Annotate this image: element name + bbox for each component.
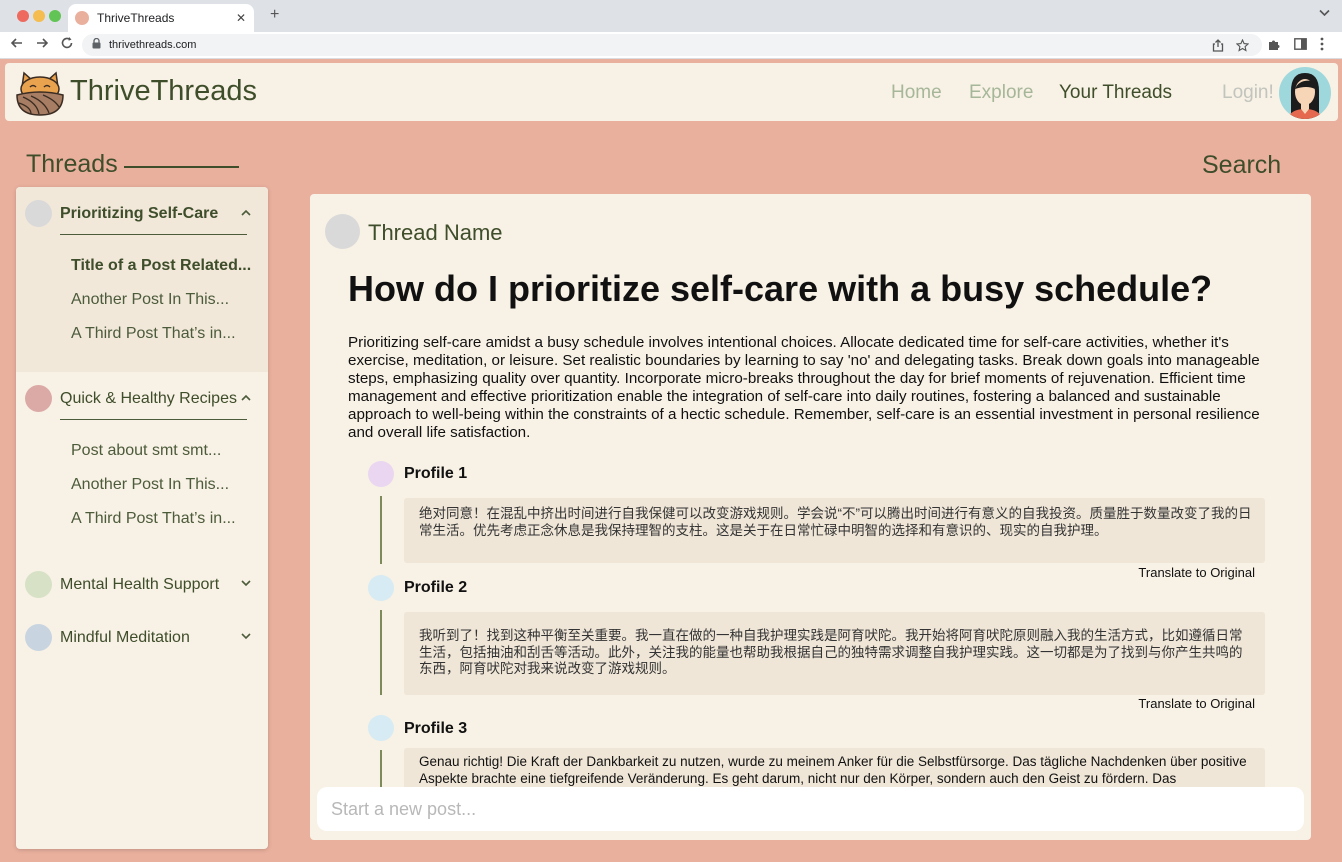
forward-arrow-icon[interactable] <box>35 36 49 54</box>
nav-explore-link[interactable]: Explore <box>969 82 1033 104</box>
extensions-puzzle-icon[interactable] <box>1268 38 1281 54</box>
back-arrow-icon[interactable] <box>10 36 24 54</box>
nav-login-link[interactable]: Login! <box>1222 82 1274 104</box>
reload-icon[interactable] <box>60 36 74 54</box>
chevron-down-icon[interactable] <box>241 629 251 643</box>
post-link[interactable]: Post about smt smt... <box>71 442 221 460</box>
new-tab-icon[interactable]: + <box>270 6 279 24</box>
post-question-title: How do I prioritize self-care with a bus… <box>348 268 1213 309</box>
heading-divider <box>124 166 239 168</box>
thread-group-divider <box>60 234 247 235</box>
share-icon[interactable] <box>1212 39 1224 55</box>
lock-icon <box>92 37 101 52</box>
thread-group-avatar <box>25 571 52 598</box>
reply-author[interactable]: Profile 1 <box>404 465 467 483</box>
reply-avatar[interactable] <box>368 575 394 601</box>
threads-sidebar: Prioritizing Self-Care Title of a Post R… <box>16 187 268 849</box>
thread-group-quick-healthy-recipes[interactable]: Quick & Healthy Recipes <box>25 385 255 413</box>
nav-your-threads-link[interactable]: Your Threads <box>1059 82 1172 104</box>
thread-avatar <box>325 214 360 249</box>
browser-tab[interactable]: ThriveThreads ✕ <box>68 4 254 32</box>
thread-group-avatar <box>25 624 52 651</box>
thread-group-label: Prioritizing Self-Care <box>60 205 219 222</box>
reply-text: 绝对同意！在混乱中挤出时间进行自我保健可以改变游戏规则。学会说“不”可以腾出时间… <box>419 506 1252 538</box>
search-button[interactable]: Search <box>1202 151 1281 180</box>
minimize-window-dot[interactable] <box>33 10 45 22</box>
thread-group-label: Mental Health Support <box>60 576 220 593</box>
thread-group-mindful-meditation[interactable]: Mindful Meditation <box>25 624 255 652</box>
reply-content-box: 绝对同意！在混乱中挤出时间进行自我保健可以改变游戏规则。学会说“不”可以腾出时间… <box>404 498 1265 563</box>
url-text: thrivethreads.com <box>109 39 197 51</box>
thread-group-mental-health-support[interactable]: Mental Health Support <box>25 571 255 599</box>
post-link[interactable]: Another Post In This... <box>71 291 229 309</box>
user-avatar[interactable] <box>1279 67 1331 119</box>
post-body: Prioritizing self-care amidst a busy sch… <box>348 334 1260 441</box>
site-header: ThriveThreads Home Explore Your Threads … <box>5 63 1338 121</box>
thread-group-avatar <box>25 200 52 227</box>
reply-author[interactable]: Profile 2 <box>404 579 467 597</box>
reply-text: 我听到了！找到这种平衡至关重要。我一直在做的一种自我护理实践是阿育吠陀。我开始将… <box>419 628 1243 676</box>
brand-name[interactable]: ThriveThreads <box>70 75 257 108</box>
post-link[interactable]: A Third Post That’s in... <box>71 325 236 343</box>
side-panel-icon[interactable] <box>1294 38 1307 53</box>
reply-content-box: 我听到了！找到这种平衡至关重要。我一直在做的一种自我护理实践是阿育吠陀。我开始将… <box>404 612 1265 695</box>
thread-group-label: Mindful Meditation <box>60 629 190 646</box>
thread-name[interactable]: Thread Name <box>368 220 503 246</box>
reply-text: Genau richtig! Die Kraft der Dankbarkeit… <box>419 754 1247 786</box>
cat-yarn-logo-icon[interactable] <box>13 67 67 117</box>
threads-heading: Threads <box>26 150 118 178</box>
favicon-icon <box>75 11 89 25</box>
post-link[interactable]: Another Post In This... <box>71 476 229 494</box>
new-post-input[interactable] <box>317 787 1304 831</box>
thread-group-prioritizing-self-care[interactable]: Prioritizing Self-Care <box>25 200 255 228</box>
nav-home-link[interactable]: Home <box>891 82 942 104</box>
url-field[interactable]: thrivethreads.com <box>82 34 1262 56</box>
reply-author[interactable]: Profile 3 <box>404 720 467 738</box>
thread-group-label: Quick & Healthy Recipes <box>60 390 237 407</box>
tab-close-icon[interactable]: ✕ <box>236 11 246 25</box>
browser-address-bar: thrivethreads.com <box>0 32 1342 59</box>
reply-thread-line <box>380 610 382 695</box>
reply-thread-line <box>380 750 382 790</box>
maximize-window-dot[interactable] <box>49 10 61 22</box>
thread-group-avatar <box>25 385 52 412</box>
bookmark-star-icon[interactable] <box>1235 38 1250 55</box>
reply-avatar[interactable] <box>368 715 394 741</box>
thread-group-divider <box>60 419 247 420</box>
close-window-dot[interactable] <box>17 10 29 22</box>
translate-to-original-link[interactable]: Translate to Original <box>1138 565 1255 580</box>
chevron-up-icon[interactable] <box>241 205 251 219</box>
reply-thread-line <box>380 496 382 564</box>
post-link[interactable]: Title of a Post Related... <box>71 257 251 275</box>
tab-title: ThriveThreads <box>97 11 175 25</box>
browser-menu-icon[interactable] <box>1320 37 1324 54</box>
post-link[interactable]: A Third Post That’s in... <box>71 510 236 528</box>
translate-to-original-link[interactable]: Translate to Original <box>1138 696 1255 711</box>
chevron-up-icon[interactable] <box>241 390 251 404</box>
tab-search-chevron-icon[interactable] <box>1319 8 1330 20</box>
reply-avatar[interactable] <box>368 461 394 487</box>
browser-tab-strip: ThriveThreads ✕ + <box>0 0 1342 32</box>
chevron-down-icon[interactable] <box>241 576 251 590</box>
thread-main-panel: Thread Name How do I prioritize self-car… <box>310 194 1311 840</box>
